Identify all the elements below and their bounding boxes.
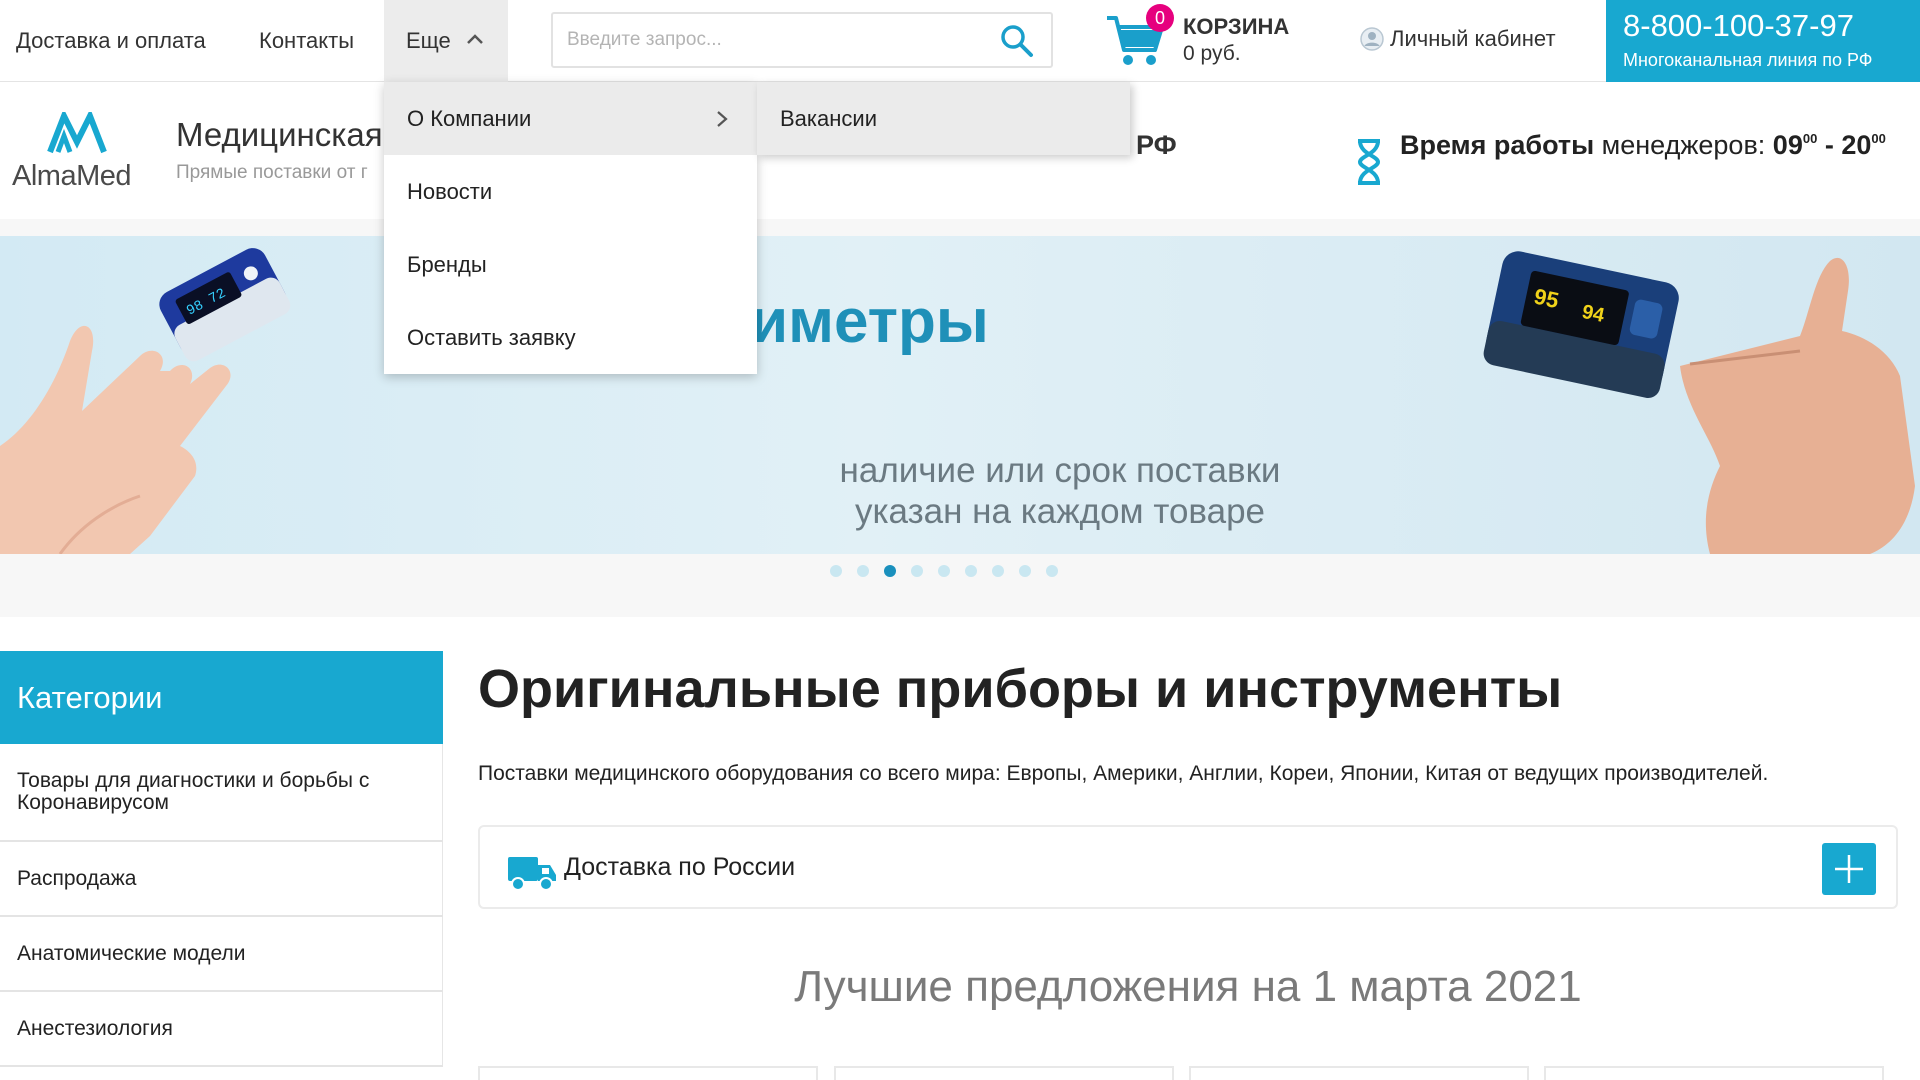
phone-block[interactable]: 8-800-100-37-97 Многоканальная линия по … <box>1606 0 1920 82</box>
categories-list: Товары для диагностики и борьбы с Корона… <box>0 744 443 1067</box>
cart-sum: 0 руб. <box>1183 42 1241 65</box>
chevron-up-icon <box>467 34 483 44</box>
brand-subtitle: Прямые поставки от г <box>176 162 368 183</box>
account-label: Личный кабинет <box>1390 26 1556 51</box>
intro-text: Поставки медицинского оборудования со вс… <box>478 762 1769 785</box>
pagination-dot[interactable] <box>857 565 869 577</box>
header-rf-text: РФ <box>1136 130 1177 160</box>
search-input[interactable] <box>567 24 967 56</box>
product-card[interactable] <box>1544 1066 1884 1080</box>
product-card[interactable] <box>1189 1066 1529 1080</box>
plus-icon <box>1835 855 1863 883</box>
banner-text: наличие или срок поставки указан на кажд… <box>839 451 1281 531</box>
delivery-accordion[interactable]: Доставка по России <box>478 825 1898 909</box>
pagination-dot[interactable] <box>830 565 842 577</box>
hand-oximeter-image: 98 72 <box>0 248 291 554</box>
pagination-dot[interactable] <box>1046 565 1058 577</box>
category-item-sale[interactable]: Распродажа <box>0 842 443 917</box>
nav-more-label: Еще <box>406 28 451 53</box>
product-card[interactable] <box>834 1066 1174 1080</box>
nav-delivery-link[interactable]: Доставка и оплата <box>16 0 206 82</box>
hourglass-icon <box>1357 139 1381 185</box>
product-card[interactable] <box>478 1066 818 1080</box>
dropdown-item-request[interactable]: Оставить заявку <box>384 301 757 374</box>
pagination-dot[interactable] <box>911 565 923 577</box>
cart-count-badge: 0 <box>1146 4 1174 32</box>
phone-subtitle: Многоканальная линия по РФ <box>1623 50 1873 70</box>
brand-title: Медицинская <box>176 116 383 153</box>
logo-text: AlmaMed <box>12 160 132 192</box>
pagination-dot[interactable] <box>1019 565 1031 577</box>
pagination-dot[interactable] <box>965 565 977 577</box>
search-box <box>551 12 1053 68</box>
nav-contacts-link[interactable]: Контакты <box>259 0 354 82</box>
cart-title[interactable]: КОРЗИНА <box>1183 14 1289 40</box>
more-dropdown: О Компании Новости Бренды Оставить заявк… <box>384 82 757 374</box>
category-item-anesthesiology[interactable]: Анестезиология <box>0 992 443 1067</box>
top-bar: Доставка и оплата Контакты Еще 0 КОРЗИНА… <box>0 0 1920 82</box>
dropdown-item-news[interactable]: Новости <box>384 155 757 228</box>
category-item-anatomy[interactable]: Анатомические модели <box>0 917 443 992</box>
chevron-right-icon <box>717 111 728 127</box>
user-icon <box>1360 27 1384 51</box>
search-icon[interactable] <box>999 23 1035 59</box>
dropdown-item-brands[interactable]: Бренды <box>384 228 757 301</box>
pagination-dot[interactable] <box>992 565 1004 577</box>
page-title: Оригинальные приборы и инструменты <box>478 659 1563 719</box>
expand-button[interactable] <box>1822 843 1876 895</box>
about-submenu: Вакансии <box>757 82 1130 155</box>
nav-more-menu[interactable]: Еще <box>384 0 508 82</box>
banner-title: иметры <box>750 287 989 356</box>
dropdown-item-about[interactable]: О Компании <box>384 82 757 155</box>
banner-slide[interactable]: 98 72 иметры наличие или срок поставки у… <box>0 236 1920 554</box>
truck-icon <box>508 857 556 891</box>
svg-text:95: 95 <box>1532 284 1561 314</box>
category-item-coronavirus[interactable]: Товары для диагностики и борьбы с Корона… <box>0 744 443 842</box>
best-offers-title: Лучшие предложения на 1 марта 2021 <box>794 962 1582 1011</box>
pagination-dot[interactable] <box>884 565 896 577</box>
logo-mark-icon <box>47 112 107 154</box>
working-hours: Время работы менеджеров: 0900 - 2000 <box>1400 130 1886 160</box>
pagination-dot[interactable] <box>938 565 950 577</box>
delivery-label: Доставка по России <box>564 853 796 881</box>
phone-number: 8-800-100-37-97 <box>1623 8 1854 43</box>
submenu-item-vacancies[interactable]: Вакансии <box>757 82 1130 155</box>
categories-title: Категории <box>0 651 443 744</box>
thumbs-up-oximeter-image: 95 94 <box>1483 251 1915 554</box>
